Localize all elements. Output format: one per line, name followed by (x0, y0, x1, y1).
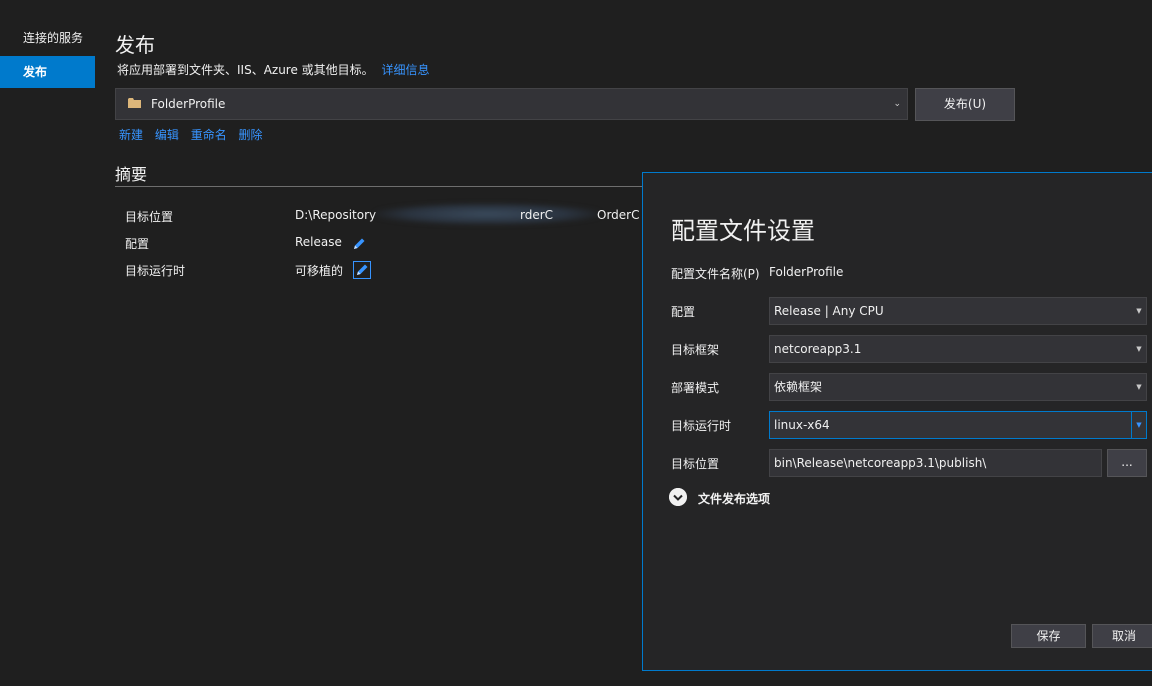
page-subtitle: 将应用部署到文件夹、IIS、Azure 或其他目标。 详细信息 (117, 61, 430, 78)
target-framework-value: netcoreapp3.1 (774, 342, 862, 356)
cancel-button[interactable]: 取消 (1092, 624, 1152, 648)
deploy-mode-label: 部署模式 (671, 381, 720, 395)
target-framework-label: 目标框架 (671, 343, 720, 357)
target-location-fragment: rderC (520, 208, 554, 222)
summary-value-target-location[interactable]: D:\Repository (295, 208, 376, 222)
summary-value-target-runtime: 可移植的 (295, 264, 344, 278)
dropdown-arrow-icon: ▼ (1136, 307, 1142, 315)
browse-button[interactable]: ... (1107, 449, 1147, 477)
sidebar-item-publish[interactable]: 发布 (0, 56, 95, 88)
target-framework-select[interactable]: netcoreapp3.1 ▼ (769, 335, 1147, 363)
configuration-value: Release | Any CPU (774, 304, 884, 318)
details-link[interactable]: 详细信息 (382, 63, 430, 77)
chevron-down-circle-icon (669, 488, 687, 506)
file-publish-options-label: 文件发布选项 (698, 492, 771, 506)
summary-divider (115, 186, 675, 187)
summary-value-configuration: Release (295, 235, 342, 249)
sidebar-item-connected-services[interactable]: 连接的服务 (0, 22, 95, 54)
new-profile-link[interactable]: 新建 (119, 128, 143, 142)
dropdown-arrow-icon: ▼ (1136, 383, 1142, 391)
dropdown-arrow-icon: ▼ (1136, 345, 1142, 353)
folder-icon (128, 98, 141, 108)
profile-name-label: 配置文件名称(P) (671, 267, 760, 281)
publish-button[interactable]: 发布(U) (915, 88, 1015, 121)
dropdown-arrow-icon: ▼ (1131, 412, 1146, 438)
deploy-mode-select[interactable]: 依赖框架 ▼ (769, 373, 1147, 401)
summary-label-target-runtime: 目标运行时 (125, 264, 186, 278)
deploy-mode-value: 依赖框架 (774, 380, 823, 394)
edit-runtime-button[interactable] (353, 261, 371, 279)
delete-profile-link[interactable]: 删除 (239, 128, 263, 142)
chevron-down-icon: ⌄ (893, 99, 901, 109)
profile-name-value: FolderProfile (769, 265, 844, 279)
target-location-input[interactable]: bin\Release\netcoreapp3.1\publish\ (769, 449, 1102, 477)
summary-label-target-location: 目标位置 (125, 210, 174, 224)
target-runtime-value: linux-x64 (774, 418, 830, 432)
profile-actions: 新建 编辑 重命名 删除 (119, 126, 271, 143)
edit-profile-link[interactable]: 编辑 (155, 128, 179, 142)
configuration-label: 配置 (671, 305, 696, 319)
target-location-tail: OrderC (597, 208, 640, 222)
publish-window: 连接的服务 发布 发布 将应用部署到文件夹、IIS、Azure 或其他目标。 详… (0, 0, 1152, 686)
target-location-text: D:\Repository (295, 208, 377, 222)
dialog-title: 配置文件设置 (671, 217, 815, 245)
redacted-blur (375, 203, 600, 225)
sidebar: 连接的服务 发布 (0, 0, 96, 686)
profile-settings-dialog: 配置文件设置 配置文件名称(P) FolderProfile 配置 Releas… (642, 172, 1152, 671)
summary-label-configuration: 配置 (125, 237, 150, 251)
page-title: 发布 (115, 33, 155, 57)
target-location-label: 目标位置 (671, 457, 720, 471)
target-runtime-select[interactable]: linux-x64 ▼ (769, 411, 1147, 439)
save-button[interactable]: 保存 (1011, 624, 1086, 648)
target-location-input-value: bin\Release\netcoreapp3.1\publish\ (774, 456, 987, 470)
profile-dropdown[interactable]: FolderProfile ⌄ (115, 88, 908, 120)
target-runtime-label: 目标运行时 (671, 419, 732, 433)
rename-profile-link[interactable]: 重命名 (191, 128, 227, 142)
profile-dropdown-value: FolderProfile (151, 97, 226, 111)
subtitle-text: 将应用部署到文件夹、IIS、Azure 或其他目标。 (117, 63, 374, 77)
summary-title: 摘要 (115, 165, 148, 184)
edit-runtime-pencil-icon (357, 264, 368, 275)
edit-configuration-pencil-icon[interactable] (351, 236, 367, 252)
configuration-select[interactable]: Release | Any CPU ▼ (769, 297, 1147, 325)
